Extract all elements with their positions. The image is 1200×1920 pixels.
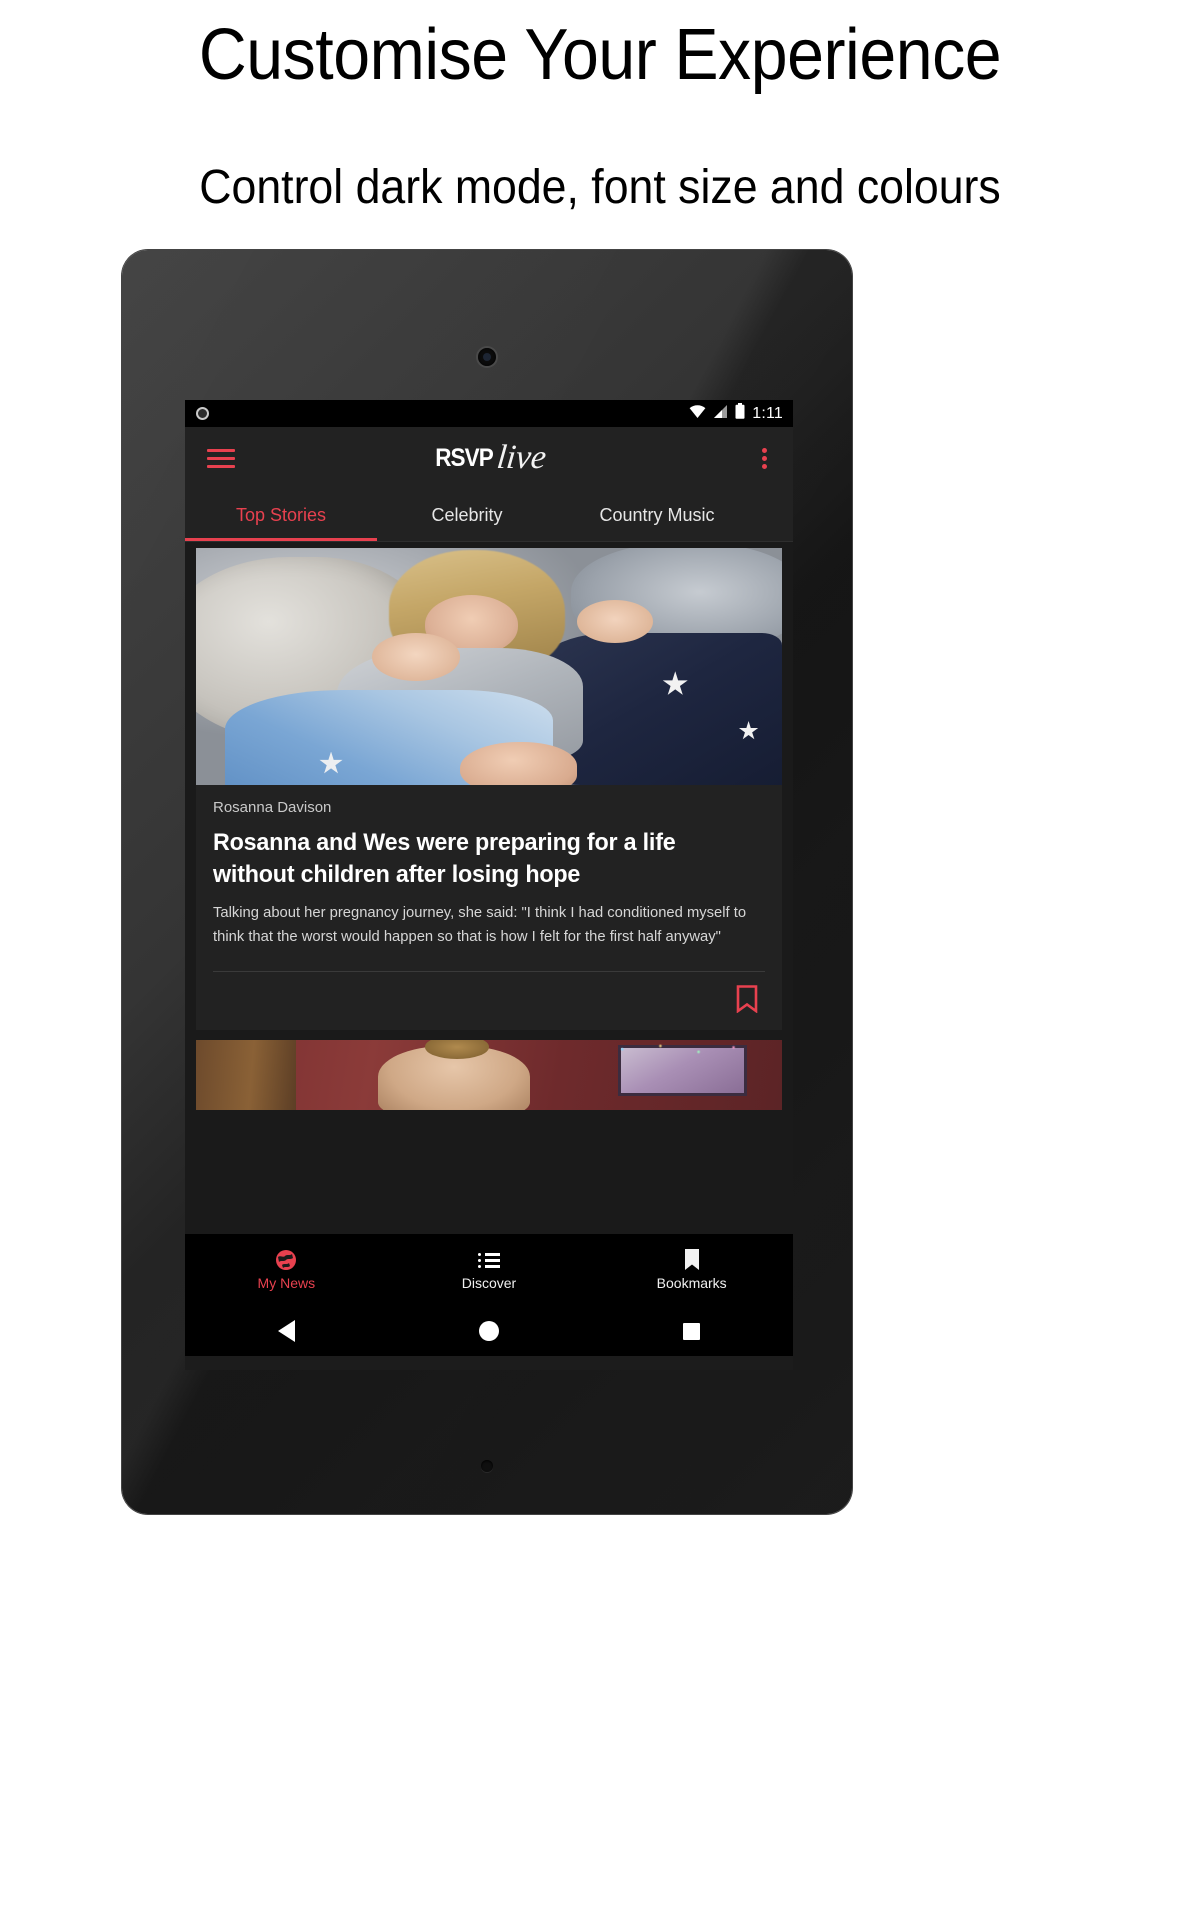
hamburger-menu-icon[interactable] [207,448,235,468]
bottom-navigation-bar: My News Discover Bookmarks [185,1234,793,1306]
article-card[interactable]: Rosanna Davison Rosanna and Wes were pre… [196,548,782,1031]
device-home-sensor [481,1460,493,1472]
screen-record-icon [196,407,209,420]
android-navigation-bar [185,1306,793,1356]
bottom-nav-label: My News [257,1275,316,1291]
list-icon [478,1249,500,1271]
article-summary: Talking about her pregnancy journey, she… [213,903,747,946]
tab-label: Top Stories [235,504,327,525]
tab-beauty[interactable]: Beauty [757,489,793,541]
overflow-menu-icon[interactable] [758,444,771,473]
status-bar-clock: 1:11 [752,404,783,422]
app-logo: RSVPlive [185,439,793,477]
app-logo-secondary: live [495,439,549,476]
article-feed[interactable]: Rosanna Davison Rosanna and Wes were pre… [185,542,793,1234]
battery-icon [735,403,745,424]
promo-title: Customise Your Experience [198,15,1002,95]
signal-icon [713,404,728,423]
article-kicker: Rosanna Davison [213,799,332,816]
bottom-nav-bookmarks[interactable]: Bookmarks [590,1249,793,1291]
globe-icon [275,1249,297,1271]
article-text-block: Rosanna Davison Rosanna and Wes were pre… [196,785,782,971]
tab-celebrity[interactable]: Celebrity [377,489,557,541]
front-camera-icon [478,348,496,366]
bottom-nav-label: Bookmarks [656,1275,727,1291]
tab-top-stories[interactable]: Top Stories [185,489,377,541]
tab-label: Celebrity [431,504,503,525]
status-bar: 1:11 [185,400,793,427]
tab-country-music[interactable]: Country Music [557,489,757,541]
status-bar-right: 1:11 [689,403,783,424]
app-logo-primary: RSVP [435,443,494,472]
app-bar: RSVPlive [185,427,793,489]
article-title[interactable]: Rosanna and Wes were preparing for a lif… [213,827,748,891]
back-triangle-icon[interactable] [185,1320,388,1342]
wifi-icon [689,404,706,423]
tablet-device-frame: 1:11 RSVPlive Top Stories Celebrity Coun… [122,250,852,1514]
promo-subtitle: Control dark mode, font size and colours [199,160,1001,214]
category-tab-bar: Top Stories Celebrity Country Music Beau… [185,489,793,542]
status-bar-left [196,407,209,420]
tab-label: Country Music [599,504,715,525]
bottom-nav-label: Discover [461,1275,517,1291]
article-image [196,548,782,785]
bookmark-icon[interactable] [736,985,758,1018]
home-circle-icon[interactable] [388,1321,591,1341]
article-image-next [196,1040,782,1111]
bottom-nav-my-news[interactable]: My News [185,1249,388,1291]
bookmark-icon [684,1249,700,1271]
device-screen: 1:11 RSVPlive Top Stories Celebrity Coun… [185,400,793,1370]
bottom-nav-discover[interactable]: Discover [388,1249,591,1291]
article-card-next[interactable] [196,1040,782,1111]
article-actions [196,972,782,1030]
recents-square-icon[interactable] [590,1322,793,1340]
promo-header: Customise Your Experience Control dark m… [0,0,1200,214]
